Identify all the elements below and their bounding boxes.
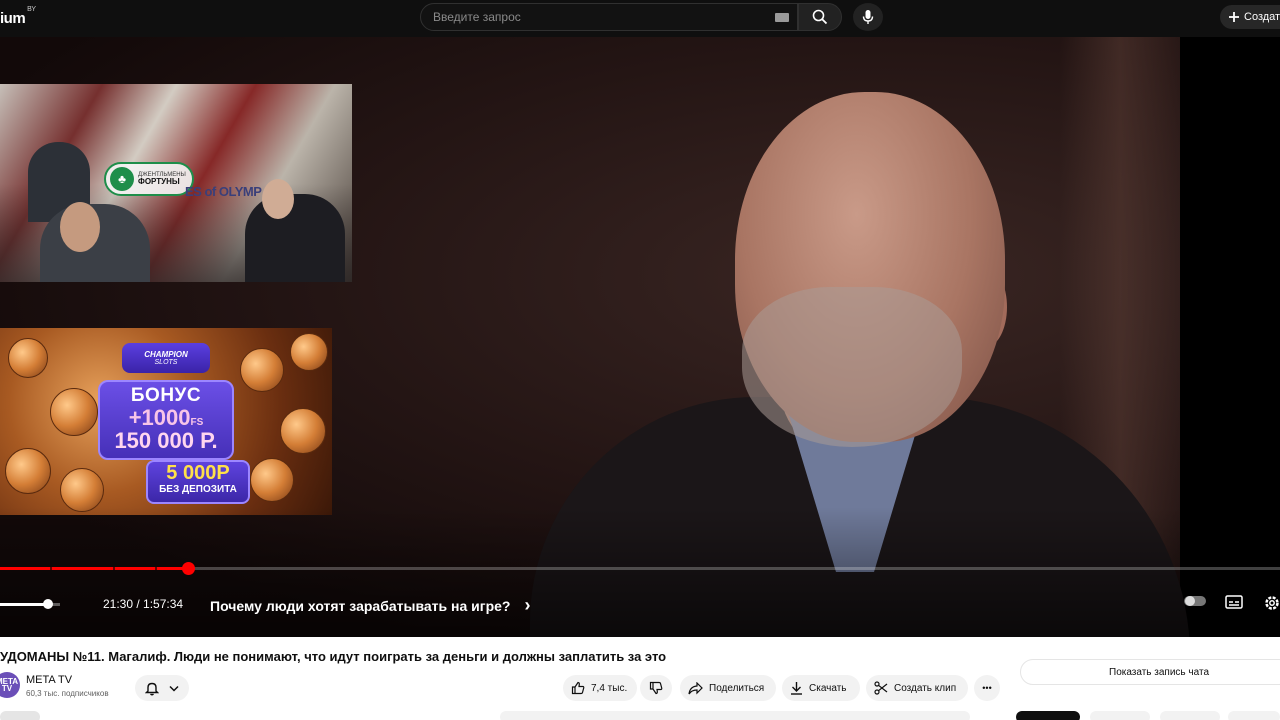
bottom-chip[interactable]	[1160, 711, 1220, 720]
autoplay-toggle-icon	[1184, 596, 1206, 606]
bonus-fs-amount: +1000	[128, 405, 191, 430]
progress-fill	[0, 567, 188, 570]
bell-icon	[145, 682, 159, 695]
stream-person-right	[245, 194, 345, 282]
search-input[interactable]	[421, 4, 761, 30]
chapter-marker	[113, 567, 115, 570]
volume-knob[interactable]	[43, 599, 53, 609]
subscriber-count: 60,3 тыс. подписчиков	[26, 689, 109, 698]
more-actions-button[interactable]: •••	[974, 675, 1000, 701]
chapter-title: Почему люди хотят зарабатывать на игре?	[210, 597, 511, 614]
stream-face-right	[262, 179, 294, 219]
channel-avatar[interactable]: META TV	[0, 672, 20, 698]
coin	[250, 458, 294, 502]
video-player[interactable]: ♣ ДЖЕНТЛЬМЕНЫ ФОРТУНЫ ES of OLYMP CHAMPI…	[0, 37, 1280, 637]
video-info: УДОМАНЫ №11. Магалиф. Люди не понимают, …	[0, 637, 1280, 720]
coin	[50, 388, 98, 436]
download-label: Скачать	[809, 682, 847, 694]
coin	[5, 448, 51, 494]
scissors-icon	[874, 681, 888, 695]
video-title: УДОМАНЫ №11. Магалиф. Люди не понимают, …	[0, 649, 667, 664]
coin	[60, 468, 104, 512]
create-label: Создать	[1244, 11, 1280, 23]
progress-bar[interactable]	[0, 562, 1280, 575]
autoplay-toggle[interactable]	[1184, 595, 1206, 607]
voice-search-button[interactable]	[853, 3, 883, 31]
search-box	[420, 3, 798, 31]
more-icon: •••	[982, 683, 992, 693]
share-button[interactable]: Поделиться	[680, 675, 776, 701]
chevron-right-icon: ›	[524, 595, 531, 615]
no-deposit-panel: 5 000Р БЕЗ ДЕПОЗИТА	[146, 460, 250, 504]
casino-ad-overlay: CHAMPION SLOTS БОНУС +1000FS 150 000 Р. …	[0, 328, 332, 515]
bottom-chip[interactable]	[500, 711, 970, 720]
stream-overlay: ♣ ДЖЕНТЛЬМЕНЫ ФОРТУНЫ ES of OLYMP	[0, 84, 352, 282]
bottom-chip[interactable]	[1228, 711, 1280, 720]
subtitles-button[interactable]	[1225, 595, 1243, 609]
create-button[interactable]: Создать	[1220, 5, 1280, 29]
notifications-button[interactable]	[135, 675, 189, 701]
microphone-icon	[862, 10, 874, 24]
bonus-rub: 150 000 Р.	[114, 428, 218, 453]
stream-face-left	[60, 202, 100, 252]
volume-slider[interactable]	[0, 599, 60, 609]
progress-scrubber[interactable]	[182, 562, 195, 575]
subtitles-icon	[1225, 595, 1243, 609]
clip-label: Создать клип	[894, 682, 957, 694]
time-display: 21:30 / 1:57:34	[103, 597, 184, 611]
keyboard-icon[interactable]	[775, 13, 789, 22]
like-count: 7,4 тыс.	[591, 682, 628, 694]
bottom-chip[interactable]	[1090, 711, 1150, 720]
chapter-marker	[50, 567, 52, 570]
clip-button[interactable]: Создать клип	[866, 675, 968, 701]
download-button[interactable]: Скачать	[782, 675, 860, 701]
no-deposit-text: БЕЗ ДЕПОЗИТА	[159, 484, 237, 495]
brand-line1: CHAMPION	[144, 349, 188, 359]
bottom-chip-active[interactable]	[1016, 711, 1080, 720]
badge-line2: ФОРТУНЫ	[138, 176, 180, 186]
dislike-button[interactable]	[640, 675, 672, 701]
coin	[290, 333, 328, 371]
logo-region: BY	[27, 6, 36, 13]
channel-name[interactable]: META TV	[26, 674, 72, 686]
speaker-beard	[742, 287, 962, 447]
brand-line2: SLOTS	[154, 358, 178, 366]
chapter-marker	[155, 567, 157, 570]
top-bar: iumBY Создать	[0, 0, 1280, 36]
logo-text: ium	[0, 10, 26, 27]
search-icon	[812, 9, 828, 25]
champion-slots-logo: CHAMPION SLOTS	[122, 343, 210, 373]
coin	[8, 338, 48, 378]
bottom-chip[interactable]	[0, 711, 40, 720]
bonus-heading: БОНУС	[130, 385, 202, 406]
search-button[interactable]	[798, 3, 842, 31]
bonus-fs: +1000FS	[100, 407, 232, 429]
chevron-down-icon	[169, 685, 179, 692]
gear-icon	[1265, 596, 1279, 610]
download-icon	[791, 682, 802, 695]
coin	[280, 408, 326, 454]
thumbs-down-icon	[649, 681, 663, 695]
plus-icon	[1229, 12, 1239, 22]
volume-fill	[0, 603, 48, 606]
bonus-panel: БОНУС +1000FS 150 000 Р.	[98, 380, 234, 460]
bonus-fs-unit: FS	[190, 417, 204, 428]
chapter-button[interactable]: Почему люди хотят зарабатывать на игре? …	[210, 595, 530, 616]
show-chat-label: Показать запись чата	[1109, 666, 1210, 678]
thumbs-up-icon	[571, 681, 585, 695]
stream-logo-badge: ♣ ДЖЕНТЛЬМЕНЫ ФОРТУНЫ	[104, 162, 194, 196]
coin	[240, 348, 284, 392]
logo[interactable]: iumBY	[0, 6, 36, 27]
like-button[interactable]: 7,4 тыс.	[563, 675, 637, 701]
clover-icon: ♣	[110, 167, 134, 191]
settings-button[interactable]	[1264, 595, 1280, 611]
no-deposit-amount: 5 000Р	[166, 462, 230, 484]
share-label: Поделиться	[709, 682, 765, 694]
show-chat-replay-button[interactable]: Показать запись чата	[1020, 659, 1280, 685]
share-icon	[688, 681, 703, 694]
stream-sign-text: ES of OLYMP	[185, 184, 262, 199]
